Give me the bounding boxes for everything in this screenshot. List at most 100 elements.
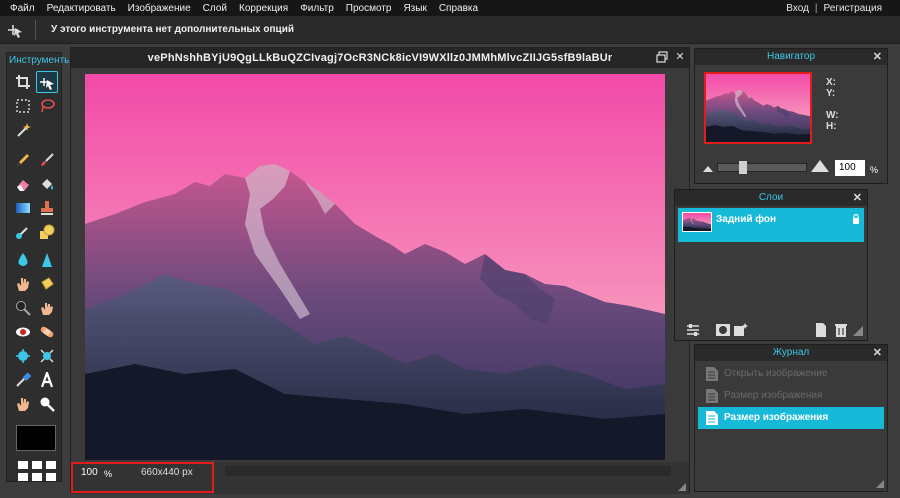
lasso-icon bbox=[41, 99, 55, 113]
w-label: W: bbox=[826, 110, 839, 121]
stamp-tool[interactable] bbox=[36, 197, 58, 219]
menu-help[interactable]: Справка bbox=[439, 3, 478, 14]
history-close-button[interactable]: ✕ bbox=[873, 346, 882, 360]
hand-tool[interactable] bbox=[12, 393, 34, 415]
crop-tool[interactable] bbox=[12, 71, 34, 93]
register-link[interactable]: Регистрация bbox=[824, 3, 882, 14]
horizontal-scrollbar[interactable] bbox=[225, 466, 671, 476]
history-item-label: Размер изображения bbox=[724, 412, 829, 423]
navigator-zoom-input[interactable]: 100 bbox=[835, 160, 865, 176]
login-link[interactable]: Вход bbox=[786, 3, 809, 14]
move-tool[interactable] bbox=[36, 71, 58, 93]
resize-grip-icon[interactable] bbox=[678, 483, 686, 491]
menu-image[interactable]: Изображение bbox=[128, 3, 191, 14]
history-title: Журнал bbox=[695, 345, 887, 361]
eraser-tool[interactable] bbox=[12, 173, 34, 195]
bloat-tool[interactable] bbox=[12, 345, 34, 367]
image-canvas[interactable] bbox=[85, 74, 665, 460]
document-close-button[interactable]: ✕ bbox=[674, 51, 686, 63]
type-tool[interactable] bbox=[36, 369, 58, 391]
layer-mask-icon[interactable] bbox=[715, 322, 731, 338]
history-panel: Журнал ✕ Открыть изображение Размер изоб… bbox=[694, 344, 888, 492]
blur-tool[interactable] bbox=[12, 249, 34, 271]
red-eye-tool[interactable] bbox=[12, 321, 34, 343]
primary-color-swatch[interactable] bbox=[16, 425, 56, 451]
pencil-icon bbox=[17, 154, 29, 166]
burn-tool[interactable] bbox=[36, 297, 58, 319]
sharpen-icon bbox=[42, 253, 52, 267]
layer-row[interactable]: Задний фон bbox=[678, 208, 864, 242]
dodge-tool[interactable] bbox=[12, 297, 34, 319]
menu-view[interactable]: Просмотр bbox=[346, 3, 392, 14]
h-label: H: bbox=[826, 121, 837, 132]
menu-edit[interactable]: Редактировать bbox=[47, 3, 116, 14]
zoom-slider-knob[interactable] bbox=[739, 161, 747, 174]
new-layer-icon[interactable] bbox=[813, 322, 829, 338]
gradient-tool[interactable] bbox=[12, 197, 34, 219]
bloat-icon bbox=[16, 349, 30, 363]
gradient-icon bbox=[16, 203, 30, 213]
layers-panel: Слои ✕ Задний фон bbox=[674, 189, 868, 341]
shapes-icon bbox=[40, 224, 55, 239]
eyedropper-icon bbox=[16, 372, 31, 387]
sharpen-tool[interactable] bbox=[36, 249, 58, 271]
navigator-zoom-unit: % bbox=[870, 165, 879, 175]
account-links: Вход | Регистрация bbox=[786, 0, 882, 16]
drawing-tool[interactable] bbox=[36, 221, 58, 243]
zoom-out-mountain-icon[interactable] bbox=[703, 164, 713, 172]
pinch-tool[interactable] bbox=[36, 345, 58, 367]
move-tool-icon bbox=[8, 25, 22, 38]
layers-footer bbox=[675, 320, 867, 340]
status-bar: 100 % 660x440 px bbox=[71, 462, 689, 494]
delete-layer-icon[interactable] bbox=[833, 322, 849, 338]
zoom-in-mountain-icon[interactable] bbox=[811, 159, 829, 172]
history-step-icon bbox=[706, 389, 718, 403]
menu-language[interactable]: Язык bbox=[403, 3, 426, 14]
magnifier-icon bbox=[40, 397, 55, 412]
history-item[interactable]: Размер изображения bbox=[698, 385, 884, 407]
pencil-tool[interactable] bbox=[12, 149, 34, 171]
zoom-tool[interactable] bbox=[36, 393, 58, 415]
navigator-zoom-slider[interactable] bbox=[717, 161, 807, 174]
navigator-close-button[interactable]: ✕ bbox=[873, 50, 882, 64]
eye-icon bbox=[16, 327, 30, 337]
panel-layout-icon[interactable] bbox=[17, 460, 57, 482]
magic-wand-tool[interactable] bbox=[12, 119, 34, 141]
layers-resize-grip-icon[interactable] bbox=[853, 326, 863, 336]
history-item-current[interactable]: Размер изображения bbox=[698, 407, 884, 429]
menu-adjustment[interactable]: Коррекция bbox=[239, 3, 288, 14]
spot-heal-tool[interactable] bbox=[36, 321, 58, 343]
sponge-tool[interactable] bbox=[36, 273, 58, 295]
layer-settings-icon[interactable] bbox=[685, 322, 701, 338]
layers-close-button[interactable]: ✕ bbox=[853, 191, 862, 205]
navigator-thumbnail[interactable] bbox=[704, 72, 812, 144]
menu-file[interactable]: Файл bbox=[10, 3, 35, 14]
brush-icon bbox=[41, 153, 54, 166]
history-item[interactable]: Открыть изображение bbox=[698, 363, 884, 385]
history-resize-grip-icon[interactable] bbox=[876, 480, 884, 488]
menu-bar: Файл Редактировать Изображение Слой Корр… bbox=[0, 0, 900, 16]
restore-icon[interactable] bbox=[656, 51, 668, 63]
layer-effects-icon[interactable] bbox=[733, 322, 749, 338]
lock-icon bbox=[853, 214, 859, 224]
hand-icon bbox=[17, 398, 29, 411]
lasso-tool[interactable] bbox=[36, 95, 58, 117]
fill-tool[interactable] bbox=[36, 173, 58, 195]
color-picker-tool[interactable] bbox=[12, 369, 34, 391]
menu-filter[interactable]: Фильтр bbox=[300, 3, 334, 14]
options-bar: У этого инструмента нет дополнительных о… bbox=[0, 16, 900, 44]
navigator-panel: Навигатор ✕ X: Y: W: H: 100 % bbox=[694, 48, 888, 184]
navigator-title: Навигатор bbox=[695, 49, 887, 65]
smudge-tool[interactable] bbox=[12, 273, 34, 295]
layer-name: Задний фон bbox=[716, 214, 777, 225]
dodge-icon bbox=[16, 301, 31, 316]
history-item-label: Размер изображения bbox=[724, 390, 823, 401]
color-replace-tool[interactable] bbox=[12, 221, 34, 243]
menu-layer[interactable]: Слой bbox=[203, 3, 227, 14]
marquee-tool[interactable] bbox=[12, 95, 34, 117]
red-highlight-box bbox=[71, 462, 214, 493]
coords-spacer bbox=[826, 99, 839, 110]
navigator-coords: X: Y: W: H: bbox=[826, 77, 839, 132]
brush-tool[interactable] bbox=[36, 149, 58, 171]
y-label: Y: bbox=[826, 88, 836, 99]
